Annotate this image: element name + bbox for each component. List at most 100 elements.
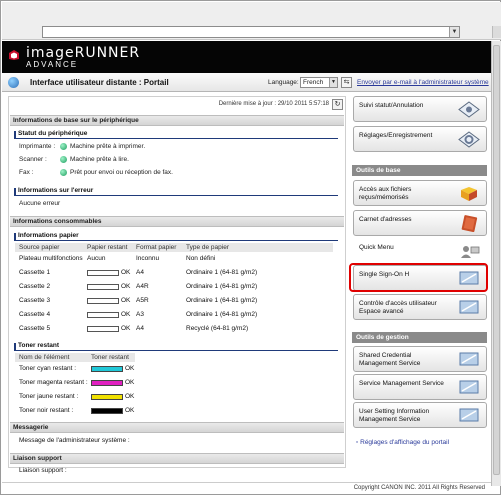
address-dropdown-icon[interactable]: ▼ <box>449 27 459 37</box>
paper-source: Cassette 1 <box>19 269 51 276</box>
paper-level-bar <box>87 326 119 332</box>
paper-remaining: OK <box>121 269 131 276</box>
column-header: Type de papier <box>186 244 230 251</box>
toner-status: OK <box>125 393 135 400</box>
section-consumables: Informations consommables <box>10 216 344 227</box>
footer: Copyright CANON INC. 2011 All Rights Res… <box>2 482 491 492</box>
portal-display-settings-link[interactable]: ▫ Réglages d'affichage du portail <box>356 439 449 446</box>
paper-type: Ordinaire 1 (64-81 g/m2) <box>186 297 258 304</box>
button-label: Contrôle d'accès utilisateur Espace avan… <box>359 300 437 315</box>
selection-highlight <box>349 263 488 292</box>
toner-swatch-yellow <box>91 394 123 400</box>
monitor-icon <box>459 380 479 394</box>
scrollbar-thumb[interactable] <box>493 45 500 475</box>
chrome-scrollbar[interactable] <box>492 26 501 38</box>
fax-status: Prêt pour envoi ou réception de fax. <box>70 169 173 176</box>
paper-level-bar <box>87 298 119 304</box>
subsection-toner: Toner restant <box>14 342 338 351</box>
email-admin-link[interactable]: Envoyer par e-mail à l'administrateur sy… <box>357 79 489 86</box>
language-select[interactable]: French ▼ <box>300 77 338 88</box>
paper-level-bar <box>87 312 119 318</box>
section-support: Liaison support <box>10 453 344 464</box>
refresh-button[interactable]: ↻ <box>332 99 343 110</box>
management-tools-heading: Outils de gestion <box>352 332 487 343</box>
admin-message-label: Message de l'administrateur système : <box>19 437 130 444</box>
monitor-icon <box>459 408 479 422</box>
browser-chrome: ▼ <box>2 2 501 40</box>
address-book-icon <box>461 215 478 232</box>
button-label: Carnet d'adresses <box>359 216 412 223</box>
settings-registration-button[interactable]: Réglages/Enregistrement <box>353 126 487 152</box>
address-field[interactable]: ▼ <box>42 26 460 38</box>
paper-type: Ordinaire 1 (64-81 g/m2) <box>186 311 258 318</box>
paper-remaining: OK <box>121 311 131 318</box>
folder-icon <box>461 187 477 201</box>
toner-swatch-magenta <box>91 380 123 386</box>
toner-name: Toner cyan restant : <box>19 365 77 372</box>
paper-type: Ordinaire 1 (64-81 g/m2) <box>186 283 258 290</box>
paper-format: A4 <box>136 269 144 276</box>
app-header: imageRUNNER ADVANCE <box>2 41 491 73</box>
copyright-text: Copyright CANON INC. 2011 All Rights Res… <box>353 485 485 491</box>
button-label: User Setting Information Management Serv… <box>359 408 430 423</box>
toner-status: OK <box>125 407 135 414</box>
subsection-device-status: Statut du périphérique <box>14 130 338 139</box>
paper-format: A4 <box>136 325 144 332</box>
paper-source: Cassette 2 <box>19 283 51 290</box>
toner-swatch-cyan <box>91 366 123 372</box>
paper-remaining: OK <box>121 325 131 332</box>
page-title: Interface utilisateur distante : Portail <box>30 78 169 87</box>
printer-label: Imprimante : <box>19 143 56 150</box>
button-label: Accès aux fichiers reçus/mémorisés <box>359 186 412 201</box>
product-logo: imageRUNNER <box>26 45 141 61</box>
user-menu-icon <box>461 246 480 258</box>
paper-format: A4R <box>136 283 149 290</box>
status-monitor-button[interactable]: Suivi statut/Annulation <box>353 96 487 122</box>
support-link-label: Liaison support : <box>19 467 67 474</box>
language-switch-button[interactable]: ⇆ <box>341 77 352 88</box>
page-scrollbar[interactable] <box>491 41 501 486</box>
button-label: Quick Menu <box>359 244 394 251</box>
column-header: Format papier <box>136 244 177 251</box>
section-device-info: Informations de base sur le périphérique <box>10 115 344 126</box>
status-ok-icon <box>60 156 67 163</box>
access-control-button[interactable]: Contrôle d'accès utilisateur Espace avan… <box>353 294 487 320</box>
toner-name: Toner noir restant : <box>19 407 74 414</box>
toner-swatch-black <box>91 408 123 414</box>
paper-type: Recyclé (64-81 g/m2) <box>186 325 249 332</box>
gear-icon <box>458 131 480 148</box>
chevron-down-icon[interactable]: ▼ <box>329 78 337 87</box>
service-management-button[interactable]: Service Management Service <box>353 374 487 400</box>
monitor-icon <box>459 300 479 314</box>
toner-name: Toner jaune restant : <box>19 393 79 400</box>
address-book-button[interactable]: Carnet d'adresses <box>353 210 487 236</box>
toner-status: OK <box>125 365 135 372</box>
button-label: Suivi statut/Annulation <box>359 102 424 109</box>
toner-name: Toner magenta restant : <box>19 379 88 386</box>
paper-remaining: Aucun <box>87 255 106 262</box>
language-label: Language: <box>268 79 299 86</box>
last-update-text: Dernière mise à jour : 29/10 2011 5:57:1… <box>218 101 329 107</box>
column-header: Nom de l'élément <box>19 354 70 361</box>
user-setting-info-button[interactable]: User Setting Information Management Serv… <box>353 402 487 428</box>
title-bar: Interface utilisateur distante : Portail… <box>2 73 491 92</box>
paper-remaining: OK <box>121 283 131 290</box>
basic-tools-heading: Outils de base <box>352 165 487 176</box>
link-label: Réglages d'affichage du portail <box>360 439 450 446</box>
section-messaging: Messagerie <box>10 422 344 433</box>
button-label: Réglages/Enregistrement <box>359 132 433 139</box>
column-header: Toner restant <box>91 354 129 361</box>
paper-source: Plateau multifonctions <box>19 255 83 262</box>
file-access-button[interactable]: Accès aux fichiers reçus/mémorisés <box>353 180 487 206</box>
paper-source: Cassette 5 <box>19 325 51 332</box>
quick-menu-button[interactable]: Quick Menu <box>353 238 487 264</box>
shared-credential-button[interactable]: Shared Credential Management Service <box>353 346 487 372</box>
paper-format: A3 <box>136 311 144 318</box>
paper-level-bar <box>87 270 119 276</box>
column-header: Papier restant <box>87 244 128 251</box>
column-header: Source papier <box>19 244 60 251</box>
eye-monitor-icon <box>458 101 480 118</box>
button-label: Shared Credential Management Service <box>359 352 421 367</box>
status-ok-icon <box>60 143 67 150</box>
fax-label: Fax : <box>19 169 34 176</box>
